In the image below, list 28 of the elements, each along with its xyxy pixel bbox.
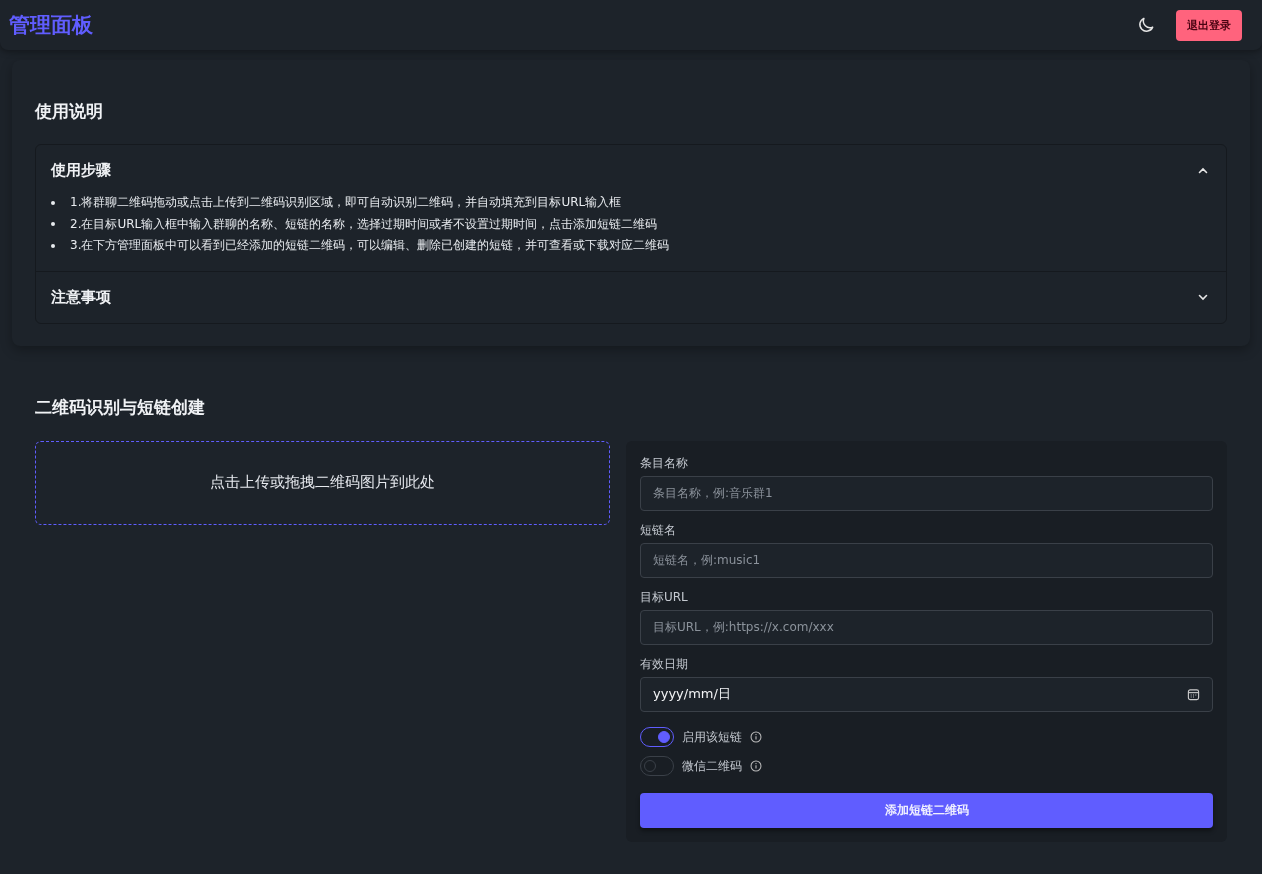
toggle-label: 启用该短链 <box>682 728 742 746</box>
step-text: 2.在目标URL输入框中输入群聊的名称、短链的名称，选择过期时间或者不设置过期时间，点击添加短链二维码 <box>70 215 658 233</box>
moon-icon[interactable] <box>1136 15 1156 35</box>
step-text: 1.将群聊二维码拖动或点击上传到二维码识别区域，即可自动识别二维码，并自动填充到目标URL输入框 <box>70 194 622 211</box>
field-label: 条目名称 <box>640 454 689 472</box>
app-title: 管理面板 <box>9 12 93 39</box>
bullet-icon <box>51 243 55 248</box>
section-title: 使用说明 <box>35 100 104 123</box>
date-field[interactable]: yyyy/mm/日 <box>640 676 1213 712</box>
bullet-icon <box>51 200 55 205</box>
info-icon[interactable] <box>750 760 762 772</box>
accordion-header[interactable]: 注意事项 <box>36 271 1226 323</box>
input-field[interactable]: 目标URL，例:https://x.com/xxx <box>640 609 1213 645</box>
upload-dropzone[interactable]: 点击上传或拖拽二维码图片到此处 <box>35 440 610 525</box>
section-title: 二维码识别与短链创建 <box>35 395 206 419</box>
step-text: 3.在下方管理面板中可以看到已经添加的短链二维码，可以编辑、删除已创建的短链，并可查看或下载对应二维码 <box>70 237 670 254</box>
input-field[interactable]: 条目名称，例:音乐群1 <box>640 475 1213 511</box>
accordion-header[interactable]: 使用步骤 <box>36 145 1226 196</box>
field-label: 有效日期 <box>640 655 689 673</box>
info-icon[interactable] <box>750 731 762 743</box>
toggle-label: 微信二维码 <box>682 757 742 775</box>
input-field[interactable]: 短链名，例:music1 <box>640 542 1213 578</box>
field-label: 目标URL <box>640 588 689 606</box>
submit-button[interactable]: 添加短链二维码 <box>640 792 1213 828</box>
calendar-icon <box>1187 687 1200 701</box>
logout-button[interactable]: 退出登录 <box>1176 9 1242 41</box>
bullet-icon <box>51 222 55 227</box>
field-label: 短链名 <box>640 521 677 539</box>
